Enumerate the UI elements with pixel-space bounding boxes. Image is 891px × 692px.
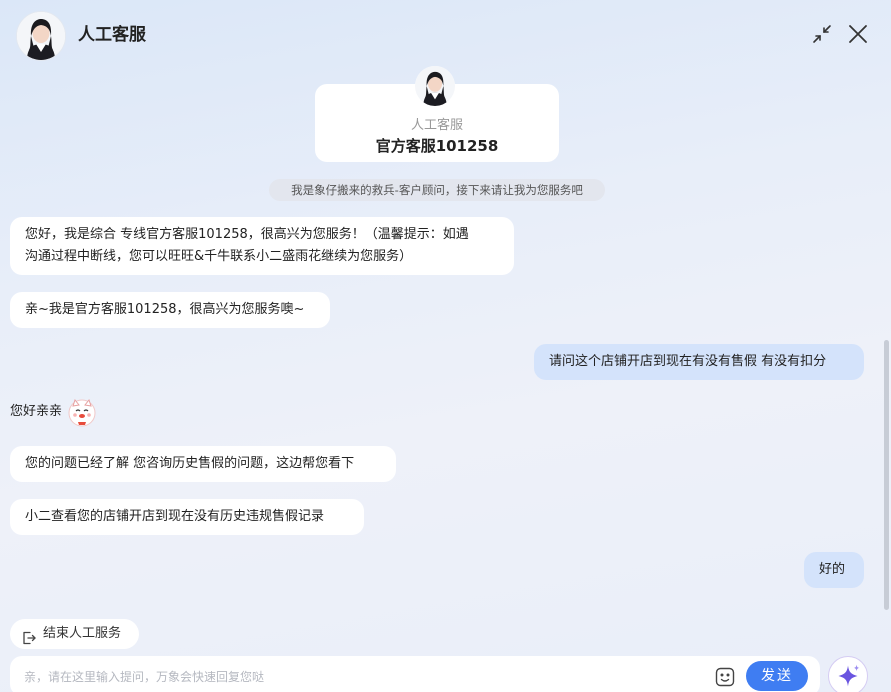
send-button[interactable]: 发送 — [746, 661, 808, 691]
end-service-button[interactable]: 结束人工服务 — [10, 619, 139, 649]
message-text-greeting: 您好亲亲 — [10, 404, 63, 419]
ai-assistant-button[interactable] — [828, 656, 868, 692]
message-bubble-result: 小二查看您的店铺开店到现在没有历史违规售假记录 — [10, 499, 364, 535]
exit-icon — [22, 627, 36, 645]
message-bubble-welcome: 您好，我是综合 专线官方客服101258，很高兴为您服务！（温馨提示：如遇 沟通… — [10, 217, 514, 275]
header-avatar — [16, 11, 66, 61]
system-notice: 我是象仔搬来的救兵-客户顾问，接下来请让我为您服务吧 — [269, 179, 605, 201]
close-icon[interactable] — [845, 21, 871, 47]
minimize-icon[interactable] — [809, 21, 835, 47]
emoji-icon[interactable] — [714, 666, 736, 688]
agent-role: 人工客服 — [410, 118, 463, 133]
message-bubble-intro: 亲~我是官方客服101258，很高兴为您服务噢~ — [10, 292, 330, 328]
user-message-bubble: 请问这个店铺开店到现在有没有售假 有没有扣分 — [534, 344, 864, 380]
agent-name: 官方客服101258 — [375, 137, 499, 155]
message-input-box: 发送 — [10, 656, 820, 692]
message-text: 您好，我是综合 专线官方客服101258，很高兴为您服务！（温馨提示：如遇 — [25, 227, 469, 242]
message-text: 沟通过程中断线，您可以旺旺&千牛联系小二盛雨花继续为您服务） — [25, 249, 413, 264]
agent-avatar — [415, 66, 455, 106]
scrollbar[interactable] — [884, 340, 889, 610]
end-service-label: 结束人工服务 — [43, 626, 122, 641]
header-title: 人工客服 — [78, 25, 146, 45]
message-input[interactable] — [22, 665, 696, 689]
message-bubble-understood: 您的问题已经了解 您咨询历史售假的问题，这边帮您看下 — [10, 446, 396, 482]
cat-emoji-icon — [66, 396, 98, 428]
sparkle-icon — [838, 664, 860, 687]
user-message-bubble: 好的 — [804, 552, 864, 588]
